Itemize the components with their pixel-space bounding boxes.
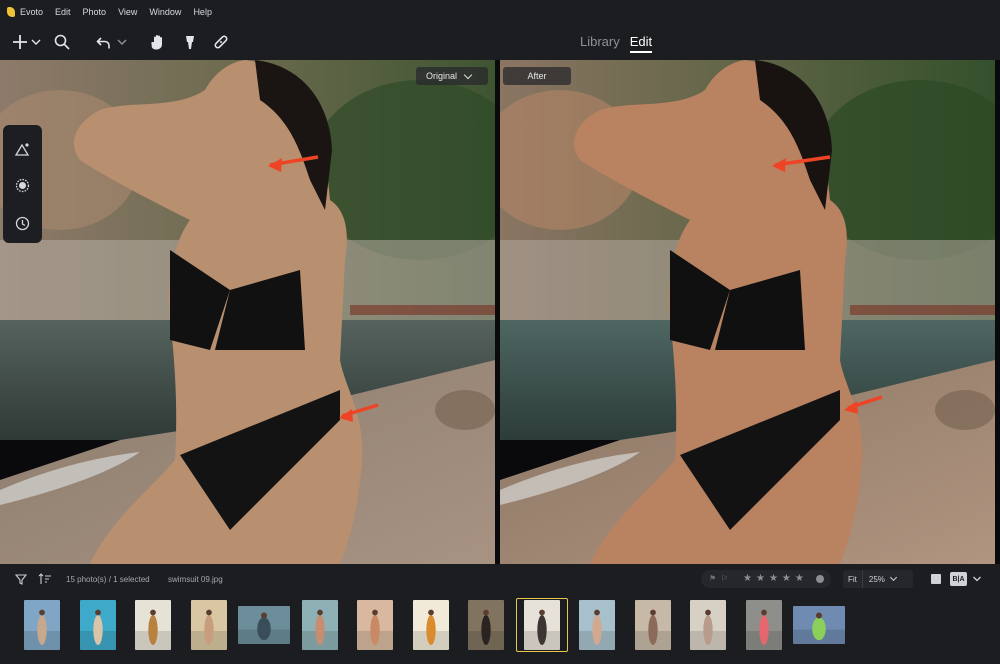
thumbnail-image — [690, 600, 726, 650]
fit-button[interactable]: Fit — [843, 570, 863, 588]
history-icon[interactable] — [12, 213, 32, 233]
chevron-down-icon — [463, 70, 473, 79]
star-icon[interactable]: ★ — [782, 574, 791, 584]
before-pane[interactable]: Original — [0, 60, 495, 564]
filmstrip-thumbnail[interactable] — [238, 598, 290, 652]
thumbnail-image — [301, 600, 338, 650]
add-dropdown-chevron-icon[interactable] — [30, 32, 42, 52]
thumbnail-image — [79, 600, 116, 650]
thumbnail-image — [238, 606, 290, 644]
tab-edit[interactable]: Edit — [629, 34, 653, 53]
thumbnail-image — [190, 600, 227, 650]
original-label: Original — [426, 71, 458, 81]
rating-panel: ⚑ ⚐ ★ ★ ★ ★ ★ — [701, 570, 831, 588]
filter-icon[interactable] — [14, 572, 28, 586]
flag-pick-icon[interactable]: ⚑ — [709, 575, 717, 583]
menu-app-name[interactable]: Evoto — [20, 7, 43, 17]
bandage-icon[interactable] — [211, 32, 231, 52]
thumbnail-image — [793, 606, 845, 644]
filmstrip-thumbnail[interactable] — [72, 598, 124, 652]
filmstrip-thumbnail[interactable] — [627, 598, 679, 652]
toolbar: Library Edit — [0, 24, 1000, 60]
original-dropdown[interactable]: Original — [416, 67, 488, 85]
star-icon[interactable]: ★ — [743, 574, 752, 584]
triangle-adjust-icon[interactable] — [12, 139, 32, 159]
filmstrip-thumbnail[interactable] — [682, 598, 734, 652]
menu-edit[interactable]: Edit — [55, 7, 71, 17]
image-viewer[interactable]: Original After — [0, 60, 1000, 616]
photo-count-text: 15 photo(s) / 1 selected — [66, 575, 150, 584]
filmstrip — [0, 594, 1000, 664]
menu-bar: Evoto Edit Photo View Window Help — [0, 0, 1000, 24]
chevron-down-icon — [889, 573, 897, 582]
undo-icon[interactable] — [94, 32, 114, 52]
filmstrip-thumbnail[interactable] — [127, 598, 179, 652]
sort-icon[interactable] — [38, 572, 52, 586]
add-icon[interactable] — [10, 32, 30, 52]
brush-icon[interactable] — [180, 32, 200, 52]
star-icon[interactable]: ★ — [769, 574, 778, 584]
thumbnail-image — [24, 600, 60, 650]
color-label-dot-icon[interactable] — [815, 575, 824, 583]
filmstrip-thumbnail[interactable] — [405, 598, 457, 652]
thumbnail-image — [357, 600, 393, 650]
after-label-badge: After — [503, 67, 571, 85]
tab-library[interactable]: Library — [580, 34, 620, 53]
original-photo — [0, 60, 495, 564]
mode-tabs: Library Edit — [580, 34, 653, 53]
edited-photo — [500, 60, 995, 564]
thumbnail-image — [634, 600, 671, 650]
thumbnail-image — [745, 600, 782, 650]
filmstrip-thumbnail[interactable] — [16, 598, 68, 652]
filmstrip-thumbnail[interactable] — [793, 598, 845, 652]
filmstrip-thumbnail[interactable] — [515, 598, 568, 652]
filmstrip-thumbnail[interactable] — [183, 598, 235, 652]
menu-help[interactable]: Help — [193, 7, 212, 17]
filename-text: swimsuit 09.jpg — [168, 575, 223, 584]
circle-select-icon[interactable] — [12, 175, 32, 195]
status-bar: 15 photo(s) / 1 selected swimsuit 09.jpg… — [0, 564, 1000, 594]
side-tool-panel — [3, 125, 42, 243]
filmstrip-thumbnail[interactable] — [460, 598, 512, 652]
star-icon[interactable]: ★ — [795, 574, 804, 584]
after-label: After — [527, 71, 547, 81]
filmstrip-thumbnail[interactable] — [738, 598, 790, 652]
thumbnail-image — [523, 600, 560, 650]
menu-window[interactable]: Window — [149, 7, 181, 17]
undo-history-chevron-icon[interactable] — [116, 32, 128, 52]
menu-photo[interactable]: Photo — [83, 7, 107, 17]
after-pane[interactable]: After — [500, 60, 995, 564]
filmstrip-thumbnail[interactable] — [349, 598, 401, 652]
zoom-control: Fit 25% — [843, 570, 913, 588]
before-after-view-icon[interactable]: B|A — [950, 572, 967, 586]
menu-view[interactable]: View — [118, 7, 137, 17]
thumbnail-image — [579, 600, 615, 650]
filmstrip-thumbnail[interactable] — [571, 598, 623, 652]
filmstrip-thumbnail[interactable] — [294, 598, 346, 652]
search-icon[interactable] — [52, 32, 72, 52]
thumbnail-image — [468, 600, 504, 650]
hand-icon[interactable] — [148, 32, 168, 52]
app-logo-icon — [7, 7, 15, 17]
flag-reject-icon[interactable]: ⚐ — [721, 575, 729, 583]
zoom-dropdown[interactable]: 25% — [863, 573, 902, 584]
star-icon[interactable]: ★ — [756, 574, 765, 584]
view-mode-chevron-icon[interactable] — [972, 574, 982, 584]
single-view-icon[interactable] — [931, 574, 941, 584]
thumbnail-image — [412, 600, 449, 650]
thumbnail-image — [135, 600, 171, 650]
zoom-value: 25% — [868, 574, 885, 584]
